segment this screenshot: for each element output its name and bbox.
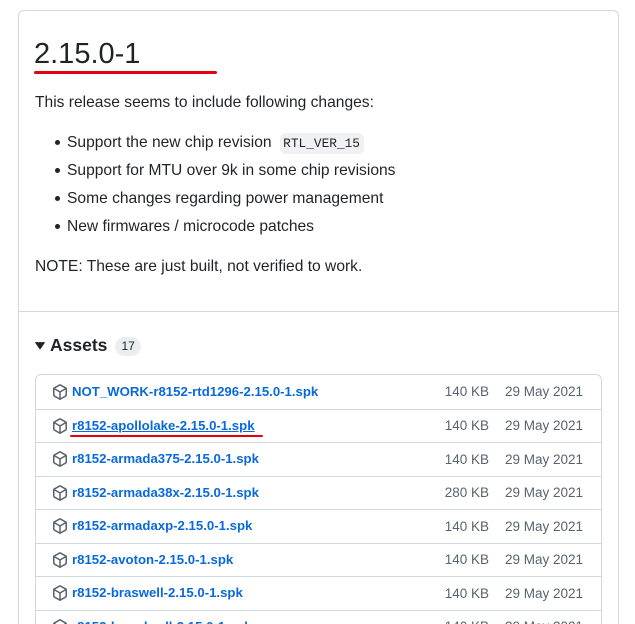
asset-download-link[interactable]: r8152-armadaxp-2.15.0-1.spk [72, 518, 252, 533]
asset-date: 29 May 2021 [505, 552, 584, 568]
package-icon [52, 551, 68, 568]
asset-row: r8152-armada38x-2.15.0-1.spk 280 KB 29 M… [36, 475, 601, 510]
changes-list: Support the new chip revision RTL_VER_15 … [35, 129, 395, 241]
asset-row: r8152-avoton-2.15.0-1.spk 140 KB 29 May … [36, 542, 601, 577]
asset-name-cell: r8152-armadaxp-2.15.0-1.spk [72, 517, 400, 535]
assets-toggle[interactable]: Assets 17 [34, 333, 175, 357]
asset-date: 29 May 2021 [505, 451, 584, 467]
asset-download-link[interactable]: r8152-avoton-2.15.0-1.spk [72, 552, 233, 567]
asset-size: 140 KB [444, 585, 489, 601]
release-card: 2.15.0-1 This release seems to include f… [18, 10, 619, 624]
annotation-underline-title [34, 71, 217, 74]
triangle-down-icon [34, 341, 45, 349]
annotation-underline-asset [70, 434, 263, 437]
asset-name-cell: r8152-armada38x-2.15.0-1.spk [72, 484, 400, 502]
asset-date: 29 May 2021 [505, 384, 584, 400]
asset-name-cell: r8152-armada375-2.15.0-1.spk [72, 450, 400, 468]
asset-size: 140 KB [444, 418, 489, 434]
asset-row: NOT_WORK-r8152-rtd1296-2.15.0-1.spk 140 … [36, 375, 601, 409]
release-title[interactable]: 2.15.0-1 [34, 36, 140, 72]
package-icon [52, 484, 68, 501]
asset-date: 29 May 2021 [505, 518, 584, 534]
asset-download-link[interactable]: NOT_WORK-r8152-rtd1296-2.15.0-1.spk [72, 384, 318, 399]
package-icon [52, 383, 68, 400]
asset-name-cell: r8152-apollolake-2.15.0-1.spk [72, 417, 400, 435]
section-divider [19, 311, 618, 312]
asset-download-link[interactable]: r8152-apollolake-2.15.0-1.spk [72, 418, 255, 433]
asset-download-link[interactable]: r8152-broadwell-2.15.0-1.spk [72, 611, 400, 624]
asset-row: r8152-broadwell-2.15.0-1.spk 140 KB 29 M… [36, 609, 601, 624]
asset-size: 140 KB [444, 384, 489, 400]
inline-code: RTL_VER_15 [279, 132, 364, 154]
asset-size: 140 KB [444, 451, 489, 467]
asset-download-link[interactable]: r8152-armada38x-2.15.0-1.spk [72, 485, 259, 500]
asset-row: r8152-braswell-2.15.0-1.spk 140 KB 29 Ma… [36, 576, 601, 610]
asset-name-cell: r8152-broadwell-2.15.0-1.spk [72, 611, 400, 624]
asset-list: NOT_WORK-r8152-rtd1296-2.15.0-1.spk 140 … [35, 374, 602, 624]
change-text: New firmwares / microcode patches [67, 217, 314, 235]
asset-row: r8152-armadaxp-2.15.0-1.spk 140 KB 29 Ma… [36, 509, 601, 543]
asset-name-cell: r8152-braswell-2.15.0-1.spk [72, 584, 400, 602]
change-item: Some changes regarding power management [54, 185, 395, 213]
release-intro: This release seems to include following … [35, 94, 374, 111]
asset-date: 29 May 2021 [505, 585, 584, 601]
asset-size: 140 KB [444, 552, 489, 568]
change-text: Support for MTU over 9k in some chip rev… [67, 161, 396, 179]
package-icon [52, 417, 68, 434]
asset-download-link[interactable]: r8152-braswell-2.15.0-1.spk [72, 585, 243, 600]
change-text: Some changes regarding power management [67, 189, 384, 207]
assets-heading: Assets [50, 335, 108, 355]
change-item: Support the new chip revision RTL_VER_15 [54, 129, 395, 157]
asset-date: 29 May 2021 [505, 418, 584, 434]
package-icon [52, 518, 68, 535]
change-item: Support for MTU over 9k in some chip rev… [54, 157, 396, 185]
asset-download-link[interactable]: r8152-armada375-2.15.0-1.spk [72, 451, 259, 466]
asset-date: 29 May 2021 [505, 611, 585, 624]
asset-date: 29 May 2021 [505, 485, 584, 501]
change-item: New firmwares / microcode patches [54, 213, 395, 241]
asset-name-cell: r8152-avoton-2.15.0-1.spk [72, 551, 400, 569]
asset-row: r8152-armada375-2.15.0-1.spk 140 KB 29 M… [36, 442, 601, 476]
asset-size: 140 KB [444, 518, 489, 534]
assets-count-badge: 17 [115, 337, 142, 356]
asset-size: 280 KB [444, 485, 489, 501]
package-icon [52, 585, 68, 602]
release-note: NOTE: These are just built, not verified… [35, 257, 363, 275]
package-icon [52, 618, 68, 624]
package-icon [52, 451, 68, 468]
asset-name-cell: NOT_WORK-r8152-rtd1296-2.15.0-1.spk [72, 383, 400, 401]
change-text: Support the new chip revision [67, 133, 272, 151]
asset-size: 140 KB [400, 611, 489, 624]
